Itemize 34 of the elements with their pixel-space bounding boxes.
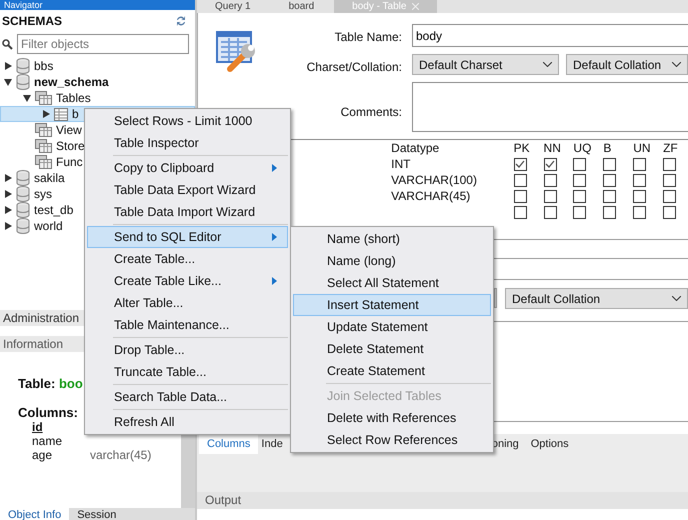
tree-item-label: Store (56, 139, 85, 153)
tree-item-label: View (56, 123, 82, 137)
tree-item-label: new_schema (34, 75, 109, 89)
table-title: Table: boo (18, 376, 84, 391)
column-header: B (602, 141, 612, 155)
column-header: ZF (662, 141, 679, 155)
tree-item-label: b (72, 107, 79, 121)
field-label: Charset/Collation: (306, 59, 402, 76)
section-title: SCHEMAS (2, 14, 62, 28)
panel-title: Information (3, 336, 64, 352)
tree-item-label: sys (34, 187, 52, 201)
column-header: UN (632, 141, 652, 155)
tree-item-label: sakila (34, 171, 65, 185)
table-cell-text: INT (390, 157, 412, 171)
column-header: NN (542, 141, 562, 155)
panel-title: Navigator (0, 0, 195, 10)
field-label: Table Name: (334, 29, 402, 46)
column-header: UQ (572, 141, 592, 155)
table-cell-text: VARCHAR(100) (390, 173, 478, 187)
column-name: name (32, 434, 64, 448)
tree-item-label: Tables (56, 91, 91, 105)
table-cell-text: VARCHAR(45) (390, 189, 472, 203)
column-name: age (32, 448, 54, 462)
column-type: varchar(45) (90, 448, 152, 462)
column-header: PK (512, 141, 531, 155)
panel-title: Output (205, 492, 242, 509)
field-label: Comments: (340, 105, 402, 119)
columns-label: Columns: (18, 405, 78, 420)
tree-item-label: world (34, 219, 63, 233)
tree-item-label: bbs (34, 59, 54, 73)
column-header: Datatype (390, 141, 440, 155)
tree-item-label: test_db (34, 203, 74, 217)
tree-item-label: Func (56, 155, 83, 169)
column-name: id (32, 420, 44, 434)
